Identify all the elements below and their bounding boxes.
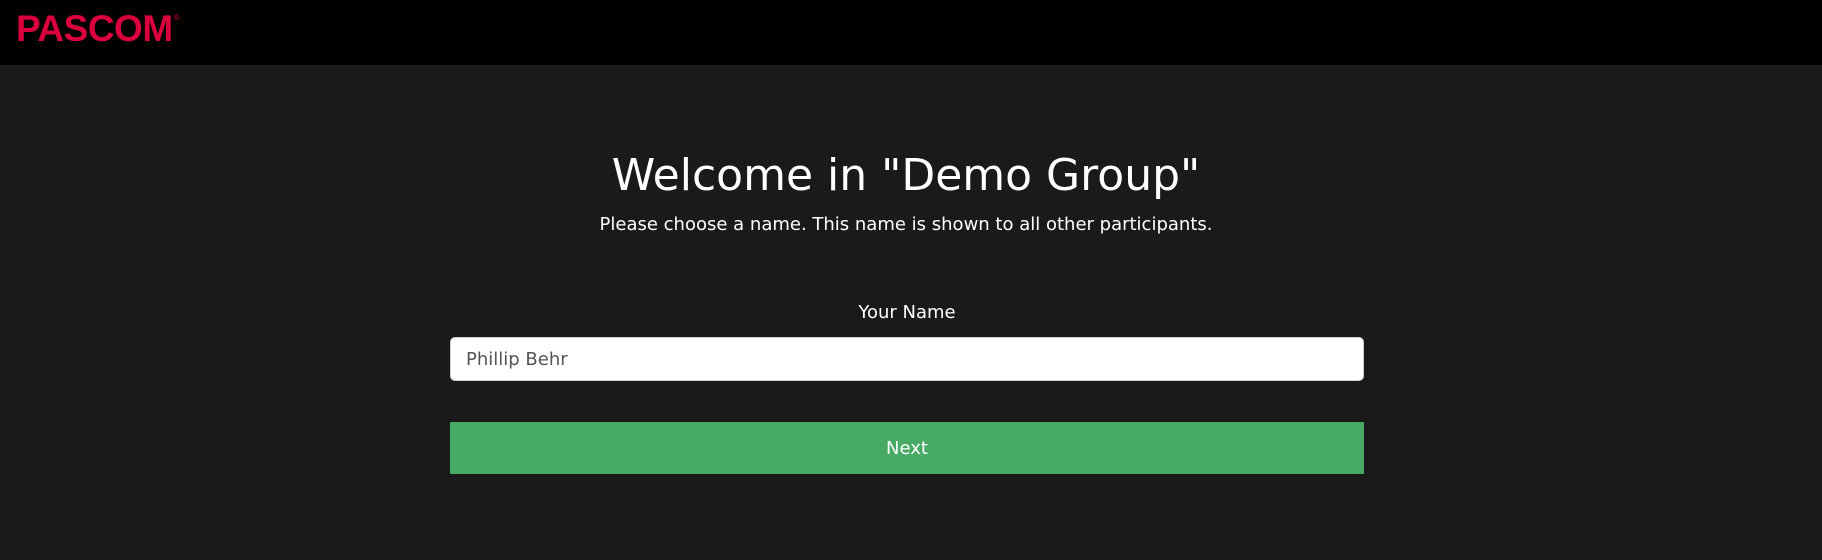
registered-mark: ® bbox=[173, 13, 180, 22]
next-button[interactable]: Next bbox=[450, 422, 1364, 474]
page-subtitle: Please choose a name. This name is shown… bbox=[599, 214, 1213, 235]
page-title: Welcome in "Demo Group" bbox=[611, 150, 1201, 201]
top-bar: PASCOM ® bbox=[0, 0, 1822, 65]
welcome-panel: Welcome in "Demo Group" Please choose a … bbox=[0, 65, 1822, 560]
name-field-label: Your Name bbox=[858, 302, 956, 323]
name-input[interactable] bbox=[450, 337, 1364, 381]
logo-text: PASCOM bbox=[16, 8, 173, 49]
pascom-logo[interactable]: PASCOM ® bbox=[16, 9, 180, 49]
